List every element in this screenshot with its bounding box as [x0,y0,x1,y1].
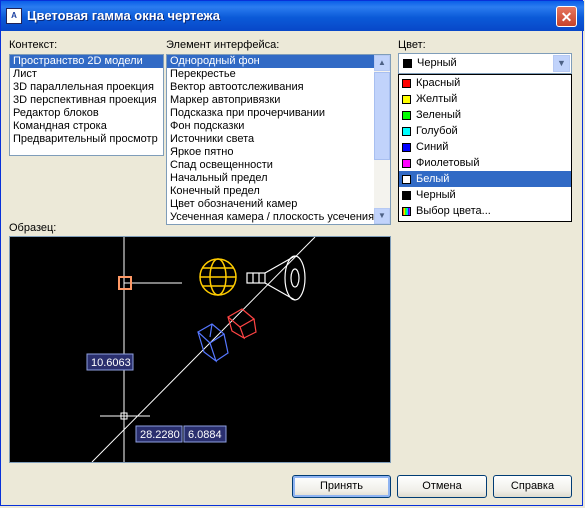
element-item[interactable]: Конечный предел [167,185,374,198]
color-option-label: Зеленый [416,109,462,121]
dialog-title: Цветовая гамма окна чертежа [27,8,221,23]
color-dropdown-list[interactable]: Красный Желтый Зеленый Голубой Синий Фиолетов… [398,74,572,222]
context-item[interactable]: 3D параллельная проекция [10,81,163,94]
spotlight-icon [246,255,306,301]
color-swatch-icon [402,126,411,136]
color-swatch-icon [402,78,411,88]
color-option-label: Красный [416,77,461,89]
color-option-label: Голубой [416,125,458,137]
element-item[interactable]: Источники света [167,133,374,146]
preview-canvas: 10.6063 28.2280 6.0884 [9,236,391,463]
color-label: Цвет: [398,39,426,51]
element-item[interactable]: Цвет обозначений камер [167,198,374,211]
color-swatch-icon [402,142,411,152]
color-option[interactable]: Выбор цвета... [399,203,571,219]
dimension-value-1: 10.6063 [91,357,131,369]
color-swatch-icon [403,58,412,68]
context-item[interactable]: Командная строка [10,120,163,133]
element-item[interactable]: Начальный предел [167,172,374,185]
color-option[interactable]: Желтый [399,91,571,107]
color-swatch-icon [402,94,411,104]
color-combobox[interactable]: Черный ▼ [398,53,572,74]
color-option-label: Выбор цвета... [416,205,491,217]
cancel-button[interactable]: Отмена [397,475,487,498]
element-label: Элемент интерфейса: [166,39,280,51]
context-item[interactable]: Пространство 2D модели [10,55,163,68]
element-item[interactable]: Яркое пятно [167,146,374,159]
color-option-label: Черный [416,189,456,201]
element-item[interactable]: Однородный фон [167,55,374,68]
light-source-icon [199,258,237,296]
color-option[interactable]: Красный [399,75,571,91]
dialog-window: A Цветовая гамма окна чертежа ✕ Контекст… [0,0,584,506]
element-item[interactable]: Маркер автопривязки [167,94,374,107]
color-option[interactable]: Зеленый [399,107,571,123]
context-listbox[interactable]: Пространство 2D модели Лист 3D параллельна… [9,54,164,156]
close-button[interactable]: ✕ [556,6,577,27]
accept-button[interactable]: Принять [292,475,391,498]
context-item[interactable]: 3D перспективная проекция [10,94,163,107]
preview-label: Образец: [9,222,57,234]
element-item[interactable]: Подсказка при прочерчивании [167,107,374,120]
color-swatch-icon [402,158,411,168]
element-item[interactable]: Вектор автоотслеживания [167,81,374,94]
scroll-thumb[interactable] [374,72,390,160]
context-label: Контекст: [9,39,58,51]
color-option-label: Белый [416,173,450,185]
element-item[interactable]: Перекрестье [167,68,374,81]
autocad-icon: A [6,8,22,24]
color-swatch-icon [402,174,411,184]
color-option[interactable]: Белый [399,171,571,187]
color-option[interactable]: Синий [399,139,571,155]
element-item[interactable]: Спад освещенности [167,159,374,172]
color-option[interactable]: Фиолетовый [399,155,571,171]
dimension-value-2: 28.2280 [140,429,180,441]
context-item[interactable]: Редактор блоков [10,107,163,120]
color-swatch-icon [402,190,411,200]
color-option-label: Синий [416,141,449,153]
element-item[interactable]: Усеченная камера / плоскость усечения [167,211,374,224]
element-listbox[interactable]: Однородный фон Перекрестье Вектор автоотсл… [166,54,391,225]
dimension-value-3: 6.0884 [188,429,222,441]
help-button[interactable]: Справка [493,475,572,498]
context-item[interactable]: Предварительный просмотр [10,133,163,146]
color-option[interactable]: Черный [399,187,571,203]
camera-glyph-red-icon [226,308,257,340]
element-item[interactable]: Фон подсказки [167,120,374,133]
color-option-label: Желтый [416,93,458,105]
title-bar[interactable]: A Цветовая гамма окна чертежа ✕ [1,1,584,31]
chevron-down-icon[interactable]: ▼ [553,55,570,72]
color-swatch-icon [402,206,411,216]
color-current-value: Черный [417,57,457,69]
element-scrollbar[interactable]: ▲ ▼ [374,55,390,224]
color-option[interactable]: Голубой [399,123,571,139]
context-item[interactable]: Лист [10,68,163,81]
color-option-label: Фиолетовый [416,157,480,169]
scroll-up-icon[interactable]: ▲ [374,55,390,71]
color-swatch-icon [402,110,411,120]
scroll-down-icon[interactable]: ▼ [374,208,390,224]
